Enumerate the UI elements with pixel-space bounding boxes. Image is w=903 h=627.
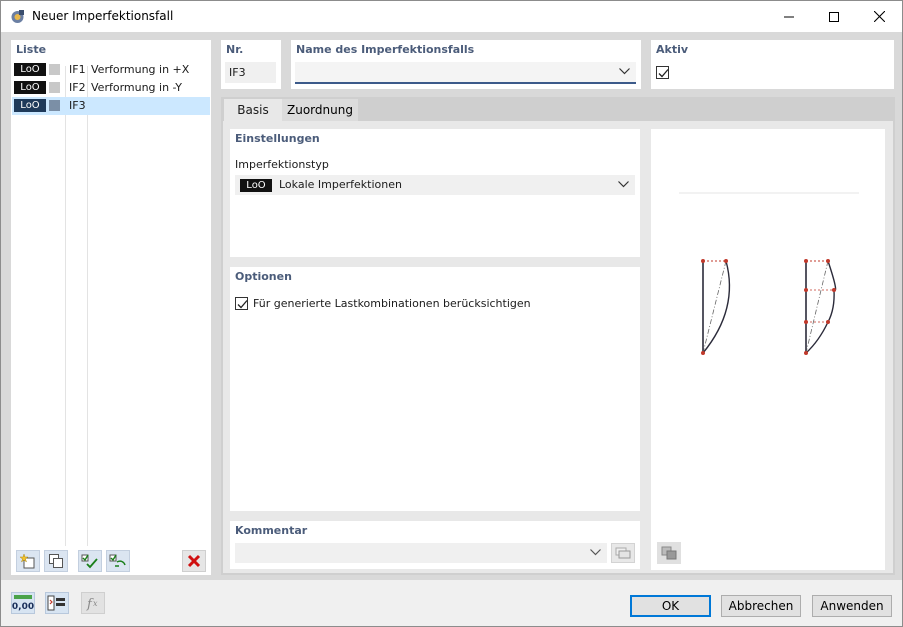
new-item-button[interactable] — [16, 550, 40, 572]
list-item[interactable]: LoO IF2 Verformung in -Y — [12, 79, 210, 97]
copy-item-button[interactable] — [44, 550, 68, 572]
preview-options-button[interactable] — [657, 542, 681, 564]
list-item-id: IF1 — [69, 63, 86, 76]
maximize-button[interactable] — [811, 1, 857, 32]
lastkombinationen-checkbox[interactable] — [235, 297, 248, 310]
formula-icon: f x — [86, 597, 98, 612]
aktiv-checkbox[interactable] — [656, 66, 669, 79]
dialog-window: Neuer Imperfektionsfall Liste LoO IF1 Ve… — [0, 0, 903, 627]
imperfektionstyp-value: Lokale Imperfektionen — [279, 178, 402, 191]
name-panel: Name des Imperfektionsfalls — [291, 40, 641, 89]
chevron-down-icon — [590, 549, 601, 556]
list-toolbar — [16, 550, 206, 572]
new-item-icon — [20, 553, 35, 569]
toggle-check-icon — [109, 554, 126, 567]
tab-basis[interactable]: Basis — [224, 99, 282, 121]
list-item-name: Verformung in -Y — [91, 81, 182, 94]
color-swatch — [49, 82, 60, 93]
loo-badge: LoO — [14, 81, 46, 94]
tab-zuordnung[interactable]: Zuordnung — [282, 99, 358, 121]
loo-badge: LoO — [14, 99, 46, 112]
list-item-name: Verformung in +X — [91, 63, 190, 76]
delete-item-button[interactable] — [182, 550, 206, 572]
list-item-selected[interactable]: LoO IF3 — [12, 97, 210, 115]
check-all-icon — [81, 554, 98, 569]
kommentar-panel: Kommentar — [230, 521, 640, 569]
cancel-button[interactable]: Abbrechen — [721, 595, 801, 617]
minimize-button[interactable] — [766, 1, 812, 32]
close-button[interactable] — [856, 1, 902, 32]
list-item[interactable]: LoO IF1 Verformung in +X — [12, 61, 210, 79]
svg-text:x: x — [93, 599, 98, 608]
svg-text:0,00: 0,00 — [12, 602, 34, 612]
bottom-bar: 0,00 f x OK Abbrechen Anwenden — [1, 580, 902, 626]
window-title: Neuer Imperfektionsfall — [32, 9, 174, 23]
app-icon — [11, 10, 24, 23]
title-bar: Neuer Imperfektionsfall — [1, 1, 902, 32]
toggle-check-button[interactable] — [106, 550, 130, 572]
single-curve-imperfection-sketch — [701, 259, 731, 355]
display-settings-button[interactable] — [45, 592, 69, 614]
optionen-panel: Optionen Für generierte Lastkombinatione… — [230, 267, 640, 511]
list-item-id: IF3 — [69, 99, 86, 112]
aktiv-label: Aktiv — [656, 43, 689, 56]
einstellungen-header: Einstellungen — [235, 132, 320, 145]
check-all-button[interactable] — [78, 550, 102, 572]
units-button[interactable]: 0,00 — [11, 592, 35, 614]
aktiv-panel: Aktiv — [651, 40, 894, 89]
apply-button[interactable]: Anwenden — [812, 595, 892, 617]
list-panel: Liste LoO IF1 Verformung in +X LoO IF2 V… — [11, 40, 211, 575]
name-combobox[interactable] — [295, 62, 636, 84]
copy-icon — [49, 554, 63, 568]
list-column-divider — [87, 66, 88, 546]
delete-icon — [187, 554, 201, 568]
imperfection-preview-graphic — [679, 192, 859, 355]
color-swatch — [49, 64, 60, 75]
chevron-down-icon — [619, 68, 630, 75]
preview-settings-icon — [661, 546, 677, 560]
einstellungen-panel: Einstellungen Imperfektionstyp LoO Lokal… — [230, 129, 640, 257]
name-label: Name des Imperfektionsfalls — [296, 43, 475, 56]
library-icon — [615, 547, 631, 559]
imperfektionstyp-label: Imperfektionstyp — [235, 158, 329, 171]
display-settings-icon — [47, 595, 65, 611]
loo-badge: LoO — [14, 63, 46, 76]
imperfektionstyp-select[interactable]: LoO Lokale Imperfektionen — [235, 175, 635, 195]
checkmark-icon — [237, 300, 248, 309]
lastkombinationen-label[interactable]: Für generierte Lastkombinationen berücks… — [253, 297, 531, 310]
units-icon: 0,00 — [12, 595, 34, 612]
nr-label: Nr. — [226, 43, 244, 56]
loo-badge: LoO — [240, 179, 272, 192]
maximize-icon — [829, 11, 839, 22]
dialog-body: Liste LoO IF1 Verformung in +X LoO IF2 V… — [1, 32, 902, 580]
chevron-down-icon — [618, 181, 629, 188]
minimize-icon — [784, 16, 794, 17]
nr-panel: Nr. IF3 — [221, 40, 281, 89]
color-swatch — [49, 100, 60, 111]
kommentar-combobox[interactable] — [235, 543, 607, 563]
segmented-curve-imperfection-sketch — [804, 259, 837, 355]
preview-panel — [651, 129, 885, 570]
nr-field: IF3 — [225, 62, 276, 83]
list-header: Liste — [16, 43, 47, 56]
list-item-id: IF2 — [69, 81, 86, 94]
checkmark-icon — [658, 69, 669, 78]
kommentar-library-button[interactable] — [611, 543, 635, 563]
list-column-divider — [65, 66, 66, 546]
optionen-header: Optionen — [235, 270, 292, 283]
close-icon — [873, 11, 885, 22]
kommentar-header: Kommentar — [235, 524, 308, 537]
ok-button[interactable]: OK — [630, 595, 711, 617]
formula-button[interactable]: f x — [81, 592, 105, 614]
